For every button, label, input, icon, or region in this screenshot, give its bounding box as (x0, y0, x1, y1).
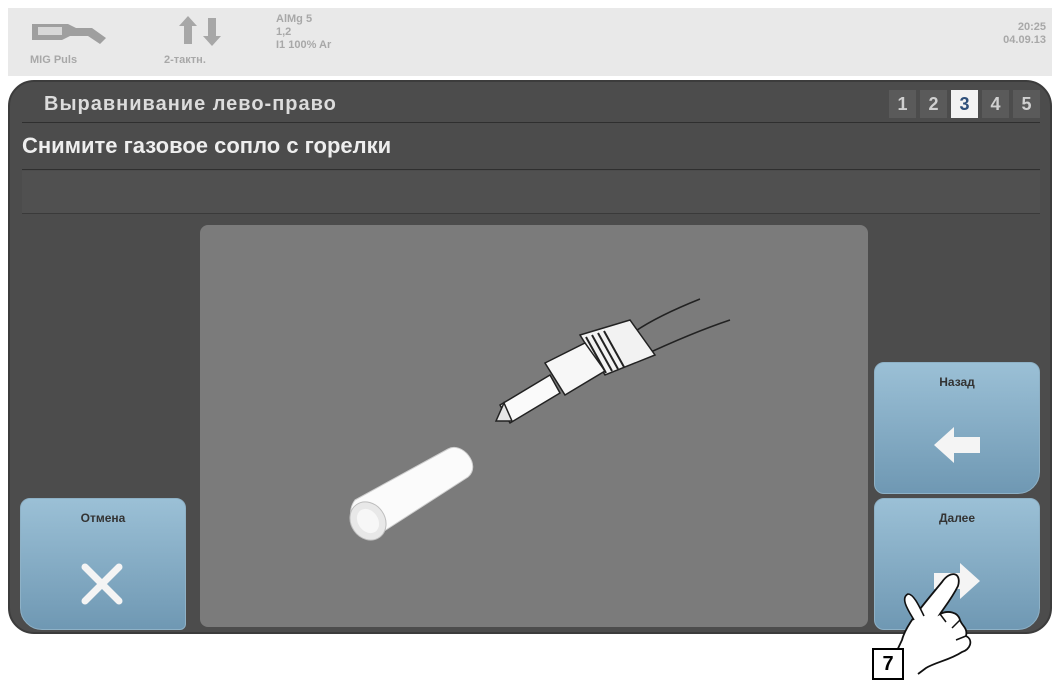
callout-number: 7 (872, 648, 904, 680)
next-label: Далее (938, 511, 976, 525)
step-3-active: 3 (951, 90, 978, 118)
clock-date: 04.09.13 (1003, 34, 1046, 46)
wizard-panel: Выравнивание лево-право 1 2 3 4 5 Снимит… (8, 80, 1052, 634)
title-bar: Выравнивание лево-право 1 2 3 4 5 (22, 86, 1040, 123)
torch-nozzle-illustration (349, 298, 731, 541)
weld-params: AlMg 5 1,2 I1 100% Ar (276, 13, 331, 52)
step-1: 1 (889, 90, 916, 118)
status-bar: MIG Puls 2-тактн. AlMg 5 1,2 I1 100% Ar … (8, 8, 1052, 76)
torch-icon (32, 24, 106, 44)
clock-time: 20:25 (1017, 21, 1046, 33)
process-label: MIG Puls (30, 54, 78, 66)
page-title: Выравнивание лево-право (44, 93, 337, 115)
mode-label: 2-тактн. (164, 54, 206, 66)
up-down-arrows-icon (179, 16, 221, 46)
instruction-row: Снимите газовое сопло с горелки (22, 124, 1040, 170)
step-indicator: 1 2 3 4 5 (885, 90, 1040, 120)
back-button[interactable]: Назад (874, 362, 1040, 494)
close-icon (81, 563, 123, 605)
param-diameter: 1,2 (276, 26, 292, 38)
subline-row (22, 171, 1040, 214)
step-2: 2 (920, 90, 947, 118)
param-gas: I1 100% Ar (276, 39, 332, 51)
illustration-area (200, 225, 868, 627)
back-label: Назад (939, 375, 975, 389)
cancel-button[interactable]: Отмена (20, 498, 186, 630)
step-4: 4 (982, 90, 1009, 118)
step-5: 5 (1013, 90, 1040, 118)
instruction-text: Снимите газовое сопло с горелки (22, 133, 392, 158)
clock: 20:25 04.09.13 (1003, 21, 1046, 47)
arrow-left-icon (934, 427, 980, 463)
cancel-label: Отмена (80, 511, 126, 525)
param-material: AlMg 5 (276, 13, 313, 25)
